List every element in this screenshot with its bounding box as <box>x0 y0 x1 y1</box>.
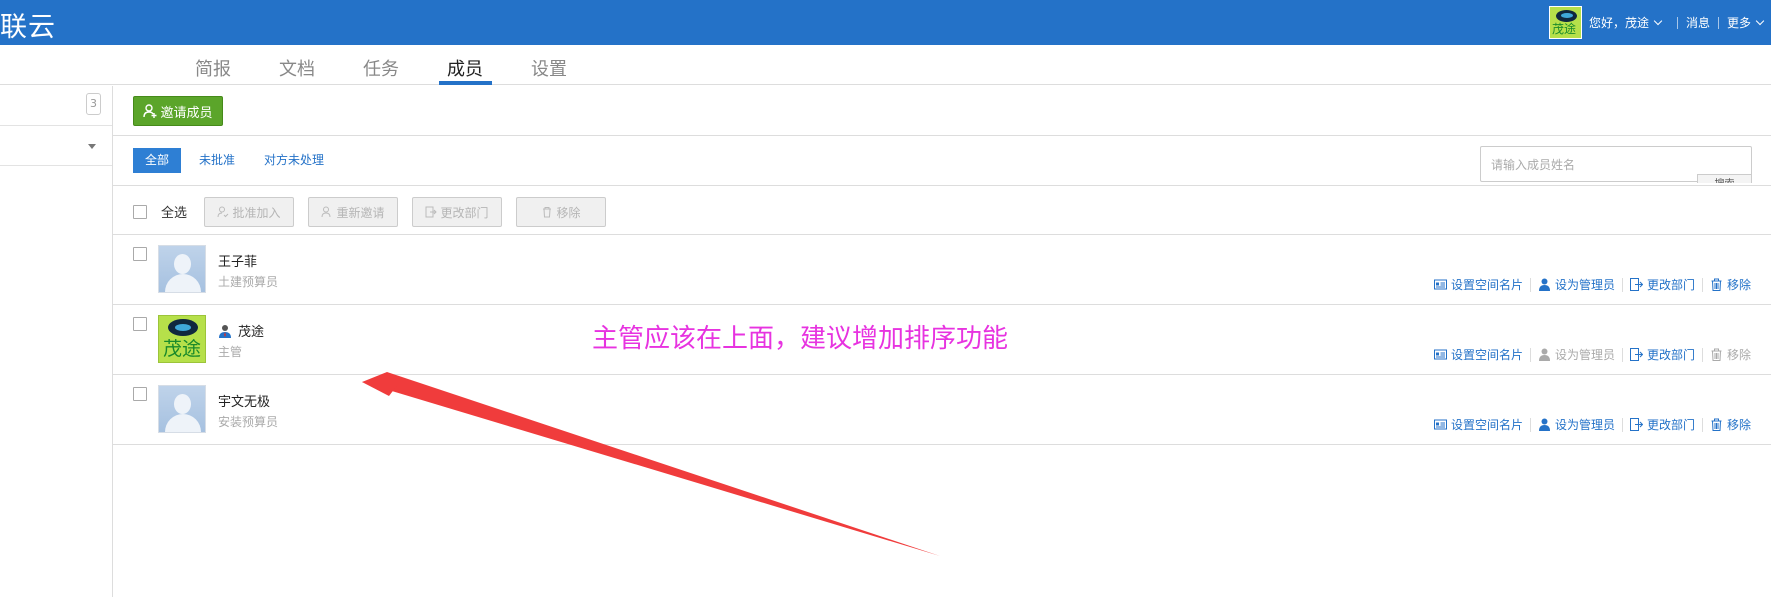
arrow-shaft <box>362 372 940 556</box>
annotation-arrow <box>362 372 940 556</box>
